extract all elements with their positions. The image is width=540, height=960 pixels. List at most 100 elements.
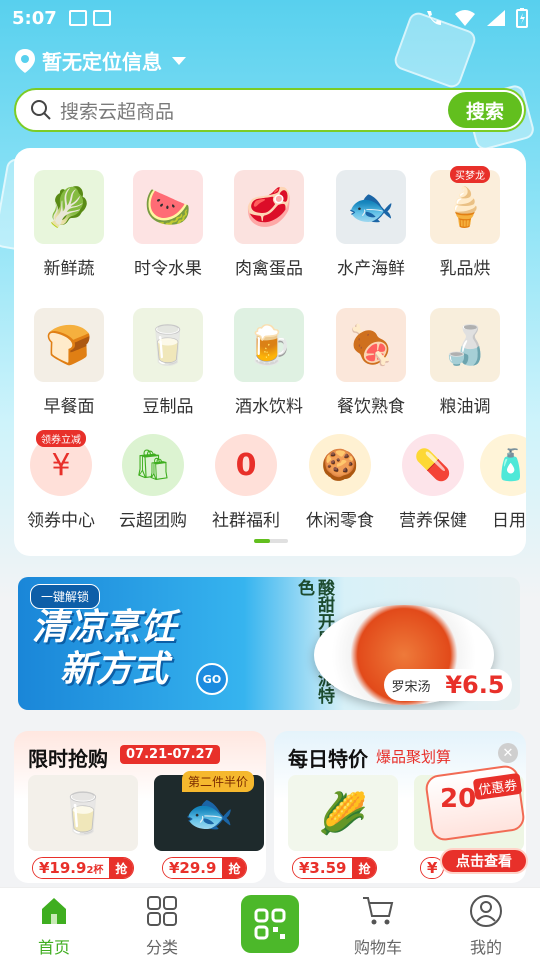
category-item[interactable]: 🍪 休闲零食 <box>295 434 385 531</box>
category-item[interactable]: 🥬 新鲜蔬 <box>24 170 114 279</box>
home-icon <box>42 898 66 924</box>
category-grid: 🥬 新鲜蔬 🍉 时令水果 🥩 肉禽蛋品 🐟 水产海鲜 买梦龙 🍦 乳品烘 🍞 早… <box>14 148 526 556</box>
status-time: 5:07 <box>12 7 57 29</box>
bread-icon: 🍞 <box>34 308 104 382</box>
call-icon <box>427 11 441 25</box>
category-badge: 领券立减 <box>36 430 86 447</box>
tab-cart[interactable]: 购物车 <box>333 894 423 958</box>
category-label: 水产海鲜 <box>337 259 405 279</box>
tab-label: 分类 <box>145 938 178 957</box>
grab-button[interactable]: 抢 <box>222 858 247 878</box>
search-button[interactable]: 搜索 <box>448 92 522 128</box>
category-label: 云超团购 <box>119 511 187 531</box>
corn-icon[interactable]: 🌽 <box>288 775 398 851</box>
banner-headline: 清凉烹饪 新方式 <box>32 607 176 691</box>
product-price: ¥19.9 2杯 <box>33 858 110 878</box>
coupon-amount: 20 <box>440 784 477 814</box>
category-item[interactable]: 🧴 日用 <box>480 434 526 531</box>
app-notification-icon <box>92 10 111 26</box>
flash-sale-card[interactable]: 限时抢购 07.21-07.27 🥛 第二件半价 🐟 ¥19.9 2杯 抢 ¥29… <box>14 731 266 883</box>
category-label: 乳品烘 <box>439 259 491 279</box>
category-label: 时令水果 <box>134 259 202 279</box>
category-item[interactable]: 🐟 水产海鲜 <box>326 170 416 279</box>
grid-icon <box>147 896 177 926</box>
grab-button[interactable]: 抢 <box>352 858 377 878</box>
category-label: 肉禽蛋品 <box>235 259 303 279</box>
category-item[interactable]: 🍺 酒水饮料 <box>224 308 314 417</box>
banner-go-button[interactable]: GO <box>196 663 228 695</box>
zero-yuan-icon: 0 <box>215 434 277 496</box>
category-item[interactable]: 🍖 餐饮熟食 <box>326 308 416 417</box>
grab-button[interactable]: 抢 <box>109 858 134 878</box>
floating-coupon[interactable]: 20 优惠券 点击查看 <box>418 763 534 874</box>
category-label: 新鲜蔬 <box>43 259 95 279</box>
product-price: ¥3.59 <box>293 858 353 878</box>
beer-icon: 🍺 <box>234 308 304 382</box>
category-label: 餐饮熟食 <box>337 397 405 417</box>
product-price: ¥29.9 <box>163 858 223 878</box>
category-label: 日用 <box>492 511 526 531</box>
yogurt-cup-icon[interactable]: 🥛 <box>28 775 138 851</box>
category-item[interactable]: 🥛 豆制品 <box>123 308 213 417</box>
price-button[interactable]: ¥3.59 抢 <box>292 857 378 879</box>
search-icon <box>31 100 51 120</box>
wifi-icon <box>455 10 475 26</box>
category-label: 酒水饮料 <box>235 397 303 417</box>
daily-goods-icon: 🧴 <box>480 434 526 496</box>
location-selector[interactable]: 暂无定位信息 <box>14 46 188 75</box>
groupbuy-icon: 🛍 <box>122 434 184 496</box>
banner-headline-line1: 清凉烹饪 <box>32 607 177 648</box>
category-label: 社群福利 <box>212 511 280 531</box>
category-badge: 买梦龙 <box>450 166 490 183</box>
oil-icon: 🍶 <box>430 308 500 382</box>
category-item[interactable]: 🛍 云超团购 <box>108 434 198 531</box>
category-label: 粮油调 <box>439 397 491 417</box>
daily-special-title: 每日特价 <box>288 747 368 771</box>
tab-scan[interactable] <box>241 895 299 953</box>
soymilk-icon: 🥛 <box>133 308 203 382</box>
close-icon[interactable]: ✕ <box>498 743 518 763</box>
tab-label: 我的 <box>469 938 502 957</box>
dish-price: ¥6.5 <box>445 671 505 699</box>
tab-profile[interactable]: 我的 <box>441 894 531 958</box>
half-off-badge: 第二件半价 <box>182 771 255 792</box>
banner-headline-line2: 新方式 <box>60 649 169 690</box>
flash-sale-date: 07.21-07.27 <box>120 745 220 764</box>
price-button[interactable]: ¥29.9 抢 <box>162 857 248 879</box>
search-input[interactable]: 搜索云超商品 <box>60 97 448 124</box>
daily-special-subtitle: 爆品聚划算 <box>376 748 452 766</box>
category-item[interactable]: 0 社群福利 <box>201 434 291 531</box>
price-button[interactable]: ¥19.9 2杯 抢 <box>32 857 135 879</box>
category-item[interactable]: 🍞 早餐面 <box>24 308 114 417</box>
tab-category[interactable]: 分类 <box>117 894 207 958</box>
category-label: 休闲零食 <box>306 511 374 531</box>
user-icon <box>470 895 502 927</box>
tab-home[interactable]: 首页 <box>9 894 99 958</box>
chevron-down-icon <box>172 56 186 65</box>
category-item[interactable]: 🍶 粮油调 <box>420 308 510 417</box>
banner-tag: 一键解锁 <box>30 584 101 609</box>
category-item[interactable]: 领券立减 ¥ 领券中心 <box>16 430 106 531</box>
banner-price-pill: 罗宋汤 ¥6.5 <box>384 669 512 701</box>
status-bar: 5:07 <box>0 0 540 36</box>
cooked-food-icon: 🍖 <box>336 308 406 382</box>
category-item[interactable]: 🍉 时令水果 <box>123 170 213 279</box>
signal-icon <box>487 10 505 26</box>
coupon-view-button[interactable]: 点击查看 <box>440 848 528 874</box>
battery-icon <box>516 8 528 28</box>
tab-label: 购物车 <box>353 938 402 957</box>
vegetable-icon: 🥬 <box>34 170 104 244</box>
promo-banner[interactable]: 一键解锁 清凉烹饪 新方式 GO 酸甜开胃 海派特色 罗宋汤 ¥6.5 <box>18 577 520 710</box>
supplement-icon: 💊 <box>402 434 464 496</box>
category-label: 领券中心 <box>27 511 95 531</box>
search-bar[interactable]: 搜索云超商品 搜索 <box>14 88 526 132</box>
category-item[interactable]: 🥩 肉禽蛋品 <box>224 170 314 279</box>
watermelon-icon: 🍉 <box>133 170 203 244</box>
location-pin-icon <box>15 48 35 73</box>
category-item[interactable]: 买梦龙 🍦 乳品烘 <box>420 166 510 279</box>
category-item[interactable]: 💊 营养保健 <box>388 434 478 531</box>
category-label: 营养保健 <box>399 511 467 531</box>
dish-name: 罗宋汤 <box>391 679 431 695</box>
meat-icon: 🥩 <box>234 170 304 244</box>
snack-icon: 🍪 <box>309 434 371 496</box>
